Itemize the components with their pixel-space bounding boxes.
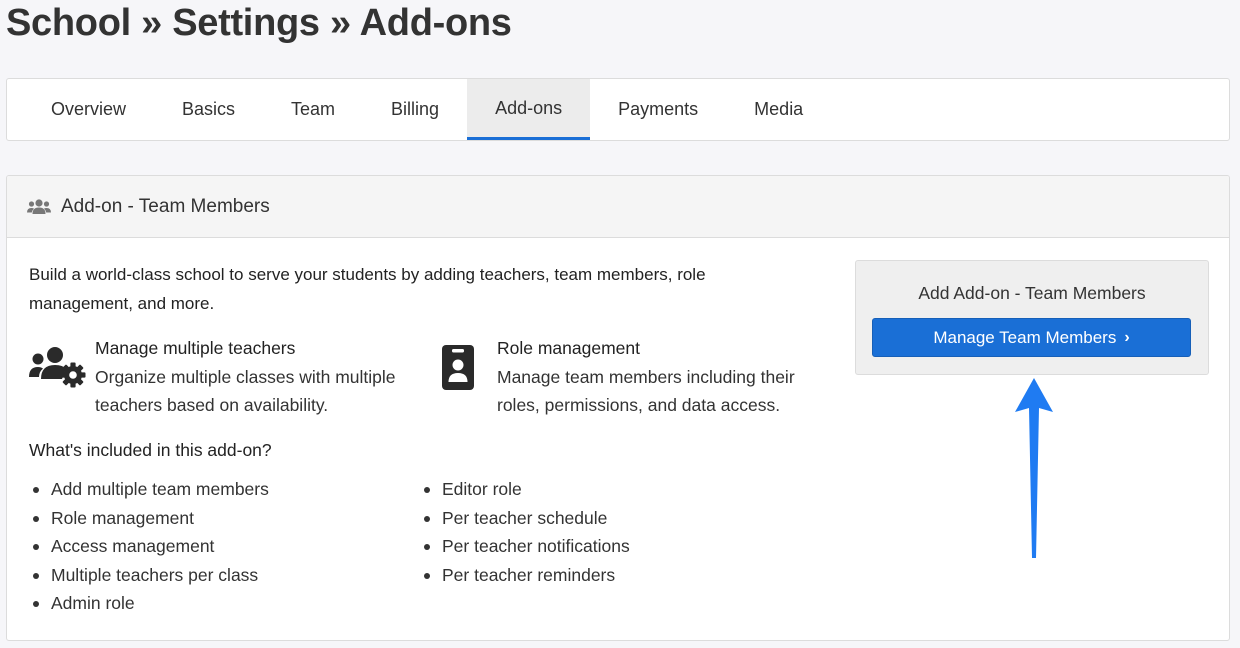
list-item: Add multiple team members	[29, 475, 269, 504]
page-title: School » Settings » Add-ons	[6, 2, 512, 44]
included-list-right: Editor role Per teacher schedule Per tea…	[420, 475, 630, 589]
list-item: Multiple teachers per class	[29, 561, 269, 590]
annotation-arrow-icon	[1015, 378, 1053, 558]
list-item: Per teacher notifications	[420, 532, 630, 561]
tab-basics[interactable]: Basics	[154, 79, 263, 140]
feature-title: Role management	[497, 338, 640, 358]
addon-intro: Build a world-class school to serve your…	[29, 265, 706, 313]
feature-role-management: Role management Manage team members incl…	[441, 335, 827, 420]
panel-title: Add-on - Team Members	[61, 195, 270, 217]
list-item: Role management	[29, 504, 269, 533]
settings-tabs: Overview Basics Team Billing Add-ons Pay…	[6, 78, 1230, 141]
users-icon	[27, 198, 51, 214]
list-item: Per teacher reminders	[420, 561, 630, 590]
list-item: Admin role	[29, 589, 269, 618]
tab-add-ons[interactable]: Add-ons	[467, 79, 591, 140]
included-list-left: Add multiple team members Role managemen…	[29, 475, 269, 618]
manage-team-members-button[interactable]: Manage Team Members ›	[872, 318, 1191, 357]
tab-payments[interactable]: Payments	[590, 79, 726, 140]
list-item: Per teacher schedule	[420, 504, 630, 533]
tab-billing[interactable]: Billing	[363, 79, 467, 140]
tab-overview[interactable]: Overview	[23, 79, 154, 140]
button-label: Manage Team Members	[933, 327, 1117, 347]
feature-multiple-teachers: Manage multiple teachers Organize multip…	[29, 335, 415, 420]
tab-team[interactable]: Team	[263, 79, 363, 140]
list-item: Access management	[29, 532, 269, 561]
cta-title: Add Add-on - Team Members	[918, 283, 1146, 303]
addon-cta-box: Add Add-on - Team Members Manage Team Me…	[855, 260, 1209, 375]
panel-header: Add-on - Team Members	[7, 176, 1229, 238]
feature-description: Manage team members including their role…	[497, 366, 795, 416]
tab-media[interactable]: Media	[726, 79, 831, 140]
chevron-right-icon: ›	[1124, 328, 1130, 346]
id-badge-icon	[442, 345, 474, 390]
list-item: Editor role	[420, 475, 630, 504]
feature-title: Manage multiple teachers	[95, 338, 296, 358]
included-heading: What's included in this add-on?	[29, 440, 272, 460]
feature-description: Organize multiple classes with multiple …	[95, 366, 396, 416]
users-gear-icon	[29, 347, 86, 388]
